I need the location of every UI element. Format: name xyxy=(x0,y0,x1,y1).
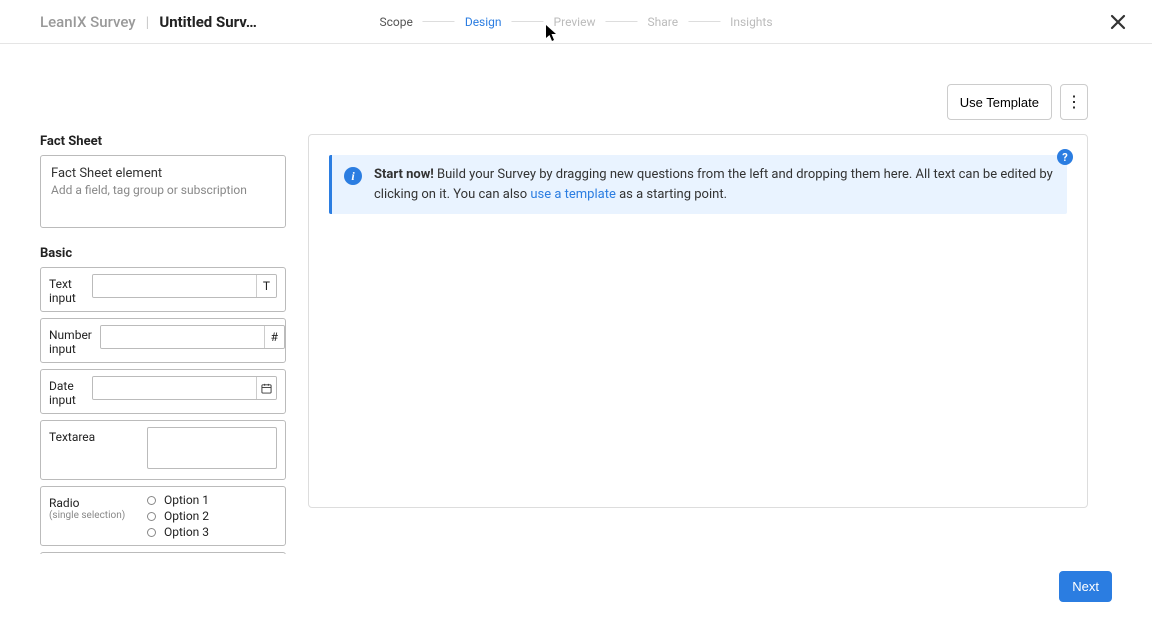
text-suffix-icon: T xyxy=(256,275,276,297)
use-template-button[interactable]: Use Template xyxy=(947,84,1052,120)
step-preview[interactable]: Preview xyxy=(554,15,596,29)
step-line xyxy=(688,21,720,22)
use-template-link[interactable]: use a template xyxy=(530,187,616,202)
widget-date-input[interactable]: Date input xyxy=(40,369,286,414)
widget-textarea[interactable]: Textarea xyxy=(40,420,286,480)
page-toolbar: Use Template ⋮ xyxy=(0,44,1152,120)
number-input-demo-field xyxy=(101,326,264,348)
brand-name: LeanIX Survey xyxy=(40,13,136,31)
fact-sheet-element-subtitle: Add a field, tag group or subscription xyxy=(51,183,275,197)
widget-label: Number input xyxy=(49,325,92,356)
help-icon[interactable]: ? xyxy=(1057,149,1073,165)
step-line xyxy=(605,21,637,22)
close-button[interactable] xyxy=(1104,8,1132,36)
info-banner: i Start now! Build your Survey by draggi… xyxy=(329,155,1067,214)
text-input-demo-field xyxy=(93,275,256,297)
step-line xyxy=(423,21,455,22)
radio-icon xyxy=(147,512,156,521)
step-insights[interactable]: Insights xyxy=(730,15,772,29)
app-header: LeanIX Survey | Untitled Surv… Scope Des… xyxy=(0,0,1152,44)
step-line xyxy=(512,21,544,22)
fact-sheet-element-title: Fact Sheet element xyxy=(51,166,275,181)
fact-sheet-element[interactable]: Fact Sheet element Add a field, tag grou… xyxy=(40,155,286,228)
section-title-basic: Basic xyxy=(40,246,286,261)
widget-label: Textarea xyxy=(49,427,139,444)
main-content: Fact Sheet Fact Sheet element Add a fiel… xyxy=(0,120,1152,554)
more-options-button[interactable]: ⋮ xyxy=(1060,84,1088,120)
textarea-demo xyxy=(147,427,277,469)
text-input-demo: T xyxy=(92,274,277,298)
widget-sublabel: (single selection) xyxy=(49,510,139,521)
survey-canvas[interactable]: ? i Start now! Build your Survey by drag… xyxy=(308,134,1088,508)
radio-icon xyxy=(147,496,156,505)
step-scope[interactable]: Scope xyxy=(379,15,412,29)
info-icon: i xyxy=(344,167,362,185)
next-button[interactable]: Next xyxy=(1059,571,1112,602)
radio-icon xyxy=(147,528,156,537)
calendar-icon xyxy=(256,377,276,399)
widget-checkbox[interactable]: Checkbox (multiple selections) Option 1 … xyxy=(40,552,286,554)
date-input-demo xyxy=(92,376,277,400)
number-suffix-icon: # xyxy=(264,326,284,348)
section-title-fact-sheet: Fact Sheet xyxy=(40,134,286,149)
info-text: Start now! Build your Survey by dragging… xyxy=(374,165,1055,204)
palette-sidebar: Fact Sheet Fact Sheet element Add a fiel… xyxy=(40,134,288,554)
number-input-demo: # xyxy=(100,325,285,349)
info-strong: Start now! xyxy=(374,167,434,182)
option-label: Option 1 xyxy=(164,493,209,507)
radio-options-demo: Option 1 Option 2 Option 3 xyxy=(147,493,277,539)
wizard-steps: Scope Design Preview Share Insights xyxy=(379,15,772,29)
widget-label: Date input xyxy=(49,376,84,407)
step-share[interactable]: Share xyxy=(647,15,678,29)
date-input-demo-field xyxy=(93,377,256,399)
widget-radio[interactable]: Radio (single selection) Option 1 Option… xyxy=(40,486,286,546)
widget-label: Text input xyxy=(49,274,84,305)
page-footer: Next xyxy=(1059,571,1112,602)
option-label: Option 2 xyxy=(164,509,209,523)
survey-title[interactable]: Untitled Surv… xyxy=(159,13,257,31)
close-icon xyxy=(1110,14,1126,30)
info-line2: as a starting point. xyxy=(616,187,727,202)
kebab-icon: ⋮ xyxy=(1066,92,1082,112)
brand-separator: | xyxy=(146,13,150,31)
widget-text-input[interactable]: Text input T xyxy=(40,267,286,312)
widget-number-input[interactable]: Number input # xyxy=(40,318,286,363)
step-design[interactable]: Design xyxy=(465,15,502,29)
option-label: Option 3 xyxy=(164,525,209,539)
widget-label: Radio xyxy=(49,496,139,510)
